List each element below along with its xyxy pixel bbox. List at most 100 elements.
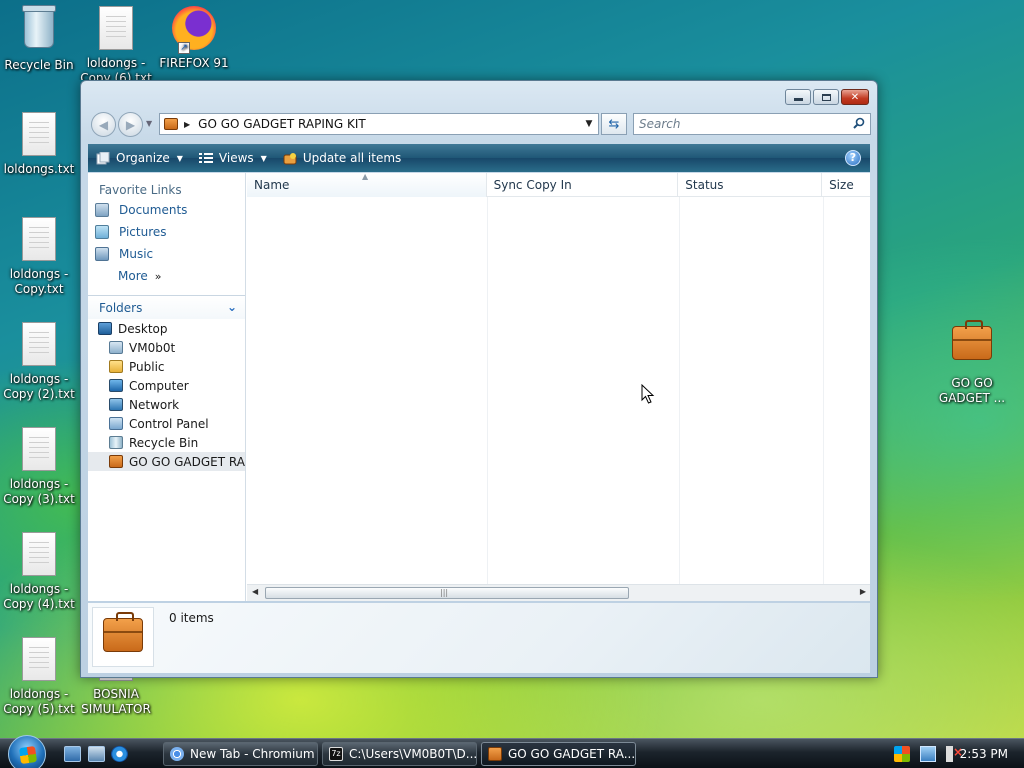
explorer-window[interactable]: ✕ ◀ ▶ ▼ ▶ GO GO GADGET RAPING KIT ▼ ⇆ Se… xyxy=(80,80,878,678)
desktop-icon-loldongs-copy-6[interactable]: loldongs - Copy (6).txt xyxy=(74,4,158,80)
tree-item-computer[interactable]: Computer xyxy=(88,376,245,395)
desktop-icon-loldongs-copy-5[interactable]: loldongs - Copy (5).txt xyxy=(0,635,81,717)
mouse-cursor-icon xyxy=(641,384,655,404)
refresh-button[interactable]: ⇆ xyxy=(601,113,627,135)
windows-security-icon[interactable] xyxy=(894,746,910,762)
text-file-icon xyxy=(22,637,56,681)
desktop-icon xyxy=(98,322,112,335)
recent-pages-dropdown-icon[interactable]: ▼ xyxy=(146,119,152,128)
column-header-label: Size xyxy=(829,178,854,192)
maximize-button[interactable] xyxy=(813,89,839,105)
minimize-button[interactable] xyxy=(785,89,811,105)
tree-item-desktop[interactable]: Desktop xyxy=(88,319,245,338)
chevron-down-icon: ⌄ xyxy=(226,300,237,314)
desktop-icon-label: FIREFOX 91 xyxy=(159,56,229,70)
switch-windows-icon[interactable] xyxy=(88,746,105,762)
tree-item-vm0b0t[interactable]: VM0b0t xyxy=(88,338,245,357)
tree-item-label: Desktop xyxy=(118,321,168,336)
text-file-icon xyxy=(22,532,56,576)
column-header-sync-copy-in[interactable]: Sync Copy In xyxy=(487,173,679,197)
forward-button[interactable]: ▶ xyxy=(118,112,143,137)
folder-tree: Desktop VM0b0t Public Computer Network C… xyxy=(88,319,245,471)
organize-button[interactable]: Organize ▼ xyxy=(96,151,183,165)
network-tray-icon[interactable] xyxy=(920,746,936,762)
sync-center-icon xyxy=(283,152,297,164)
favorite-link-label: Pictures xyxy=(119,225,167,239)
update-all-items-button[interactable]: Update all items xyxy=(283,151,401,165)
search-input[interactable]: Search xyxy=(633,113,871,135)
taskbar-button-7zip[interactable]: 7z C:\Users\VM0B0T\D... xyxy=(322,742,477,766)
desktop-icon-recycle-bin[interactable]: Recycle Bin xyxy=(0,4,81,73)
taskbar-button-chromium[interactable]: New Tab - Chromium xyxy=(163,742,318,766)
music-icon xyxy=(95,247,109,261)
details-thumbnail xyxy=(92,607,154,667)
internet-explorer-icon[interactable] xyxy=(111,746,128,762)
tree-item-go-go-gadget[interactable]: GO GO GADGET RAPI xyxy=(88,452,245,471)
views-icon xyxy=(198,152,213,163)
pictures-icon xyxy=(95,225,109,239)
organize-icon xyxy=(96,151,110,164)
desktop-icon-loldongs[interactable]: loldongs.txt xyxy=(0,110,81,177)
desktop-icon-go-go-gadget[interactable]: GO GO GADGET ... xyxy=(930,316,1014,406)
start-button[interactable] xyxy=(8,735,46,768)
column-header-label: Sync Copy In xyxy=(493,178,572,192)
close-icon: ✕ xyxy=(850,91,860,103)
column-header-name[interactable]: ▲ Name xyxy=(247,172,487,197)
views-label: Views xyxy=(218,151,254,165)
column-header-size[interactable]: Size xyxy=(822,173,870,197)
search-icon[interactable] xyxy=(853,117,865,129)
column-header-status[interactable]: Status xyxy=(678,173,823,197)
text-file-icon xyxy=(22,217,56,261)
desktop-icon-label: loldongs - Copy (6).txt xyxy=(80,56,152,80)
text-file-icon xyxy=(22,427,56,471)
tree-item-network[interactable]: Network xyxy=(88,395,245,414)
text-file-icon xyxy=(22,322,56,366)
favorite-link-documents[interactable]: Documents xyxy=(88,199,245,221)
address-dropdown-icon[interactable]: ▼ xyxy=(580,119,598,129)
favorite-link-label: Music xyxy=(119,247,154,261)
search-placeholder: Search xyxy=(639,117,681,131)
scroll-left-icon[interactable]: ◀ xyxy=(252,587,258,596)
scrollbar-thumb[interactable]: ||| xyxy=(265,587,629,599)
views-button[interactable]: Views ▼ xyxy=(198,151,267,165)
tree-item-control-panel[interactable]: Control Panel xyxy=(88,414,245,433)
item-count: 0 items xyxy=(169,611,214,625)
address-bar[interactable]: ▶ GO GO GADGET RAPING KIT ▼ xyxy=(159,113,599,135)
grip-icon: ||| xyxy=(440,588,449,597)
tree-item-public[interactable]: Public xyxy=(88,357,245,376)
back-button[interactable]: ◀ xyxy=(91,112,116,137)
desktop-icon-label: GO GO GADGET ... xyxy=(938,376,1006,405)
details-pane: 0 items xyxy=(88,603,870,673)
file-list-pane[interactable]: ▲ Name Sync Copy In Status Size ◀ ||| ▶ xyxy=(247,172,870,601)
taskbar-button-go-go-gadget[interactable]: GO GO GADGET RA... xyxy=(481,742,636,766)
tree-item-label: VM0b0t xyxy=(129,340,176,355)
breadcrumb-chevron-icon[interactable]: ▶ xyxy=(184,120,190,129)
address-path[interactable]: GO GO GADGET RAPING KIT xyxy=(198,117,580,131)
column-divider xyxy=(823,197,824,585)
tree-item-label: Network xyxy=(129,397,180,412)
text-file-icon xyxy=(99,6,133,50)
desktop-icon-loldongs-copy-2[interactable]: loldongs - Copy (2).txt xyxy=(0,320,81,402)
chevron-down-icon: ▼ xyxy=(260,153,267,163)
desktop-icon-firefox[interactable]: ↗ FIREFOX 91 xyxy=(152,4,236,71)
horizontal-scrollbar[interactable]: ◀ ||| ▶ xyxy=(247,584,870,601)
more-links-button[interactable]: More » xyxy=(88,265,245,287)
close-button[interactable]: ✕ xyxy=(841,89,869,105)
tree-item-recycle-bin[interactable]: Recycle Bin xyxy=(88,433,245,452)
scroll-right-icon[interactable]: ▶ xyxy=(860,587,866,596)
desktop-icon-loldongs-copy-3[interactable]: loldongs - Copy (3).txt xyxy=(0,425,81,507)
window-controls: ✕ xyxy=(785,89,869,105)
clock[interactable]: 2:53 PM xyxy=(960,747,1008,761)
folders-header[interactable]: Folders ⌄ xyxy=(88,295,245,319)
favorite-link-pictures[interactable]: Pictures xyxy=(88,221,245,243)
help-icon[interactable]: ? xyxy=(845,150,861,166)
text-file-icon xyxy=(22,112,56,156)
favorite-links-title: Favorite Links xyxy=(99,183,182,197)
favorite-link-label: Documents xyxy=(119,203,188,217)
desktop-icon-loldongs-copy[interactable]: loldongs - Copy.txt xyxy=(0,215,81,297)
maximize-icon xyxy=(821,93,831,101)
show-desktop-icon[interactable] xyxy=(64,746,81,762)
favorite-link-music[interactable]: Music xyxy=(88,243,245,265)
desktop-icon-label: loldongs.txt xyxy=(3,162,75,176)
desktop-icon-loldongs-copy-4[interactable]: loldongs - Copy (4).txt xyxy=(0,530,81,612)
